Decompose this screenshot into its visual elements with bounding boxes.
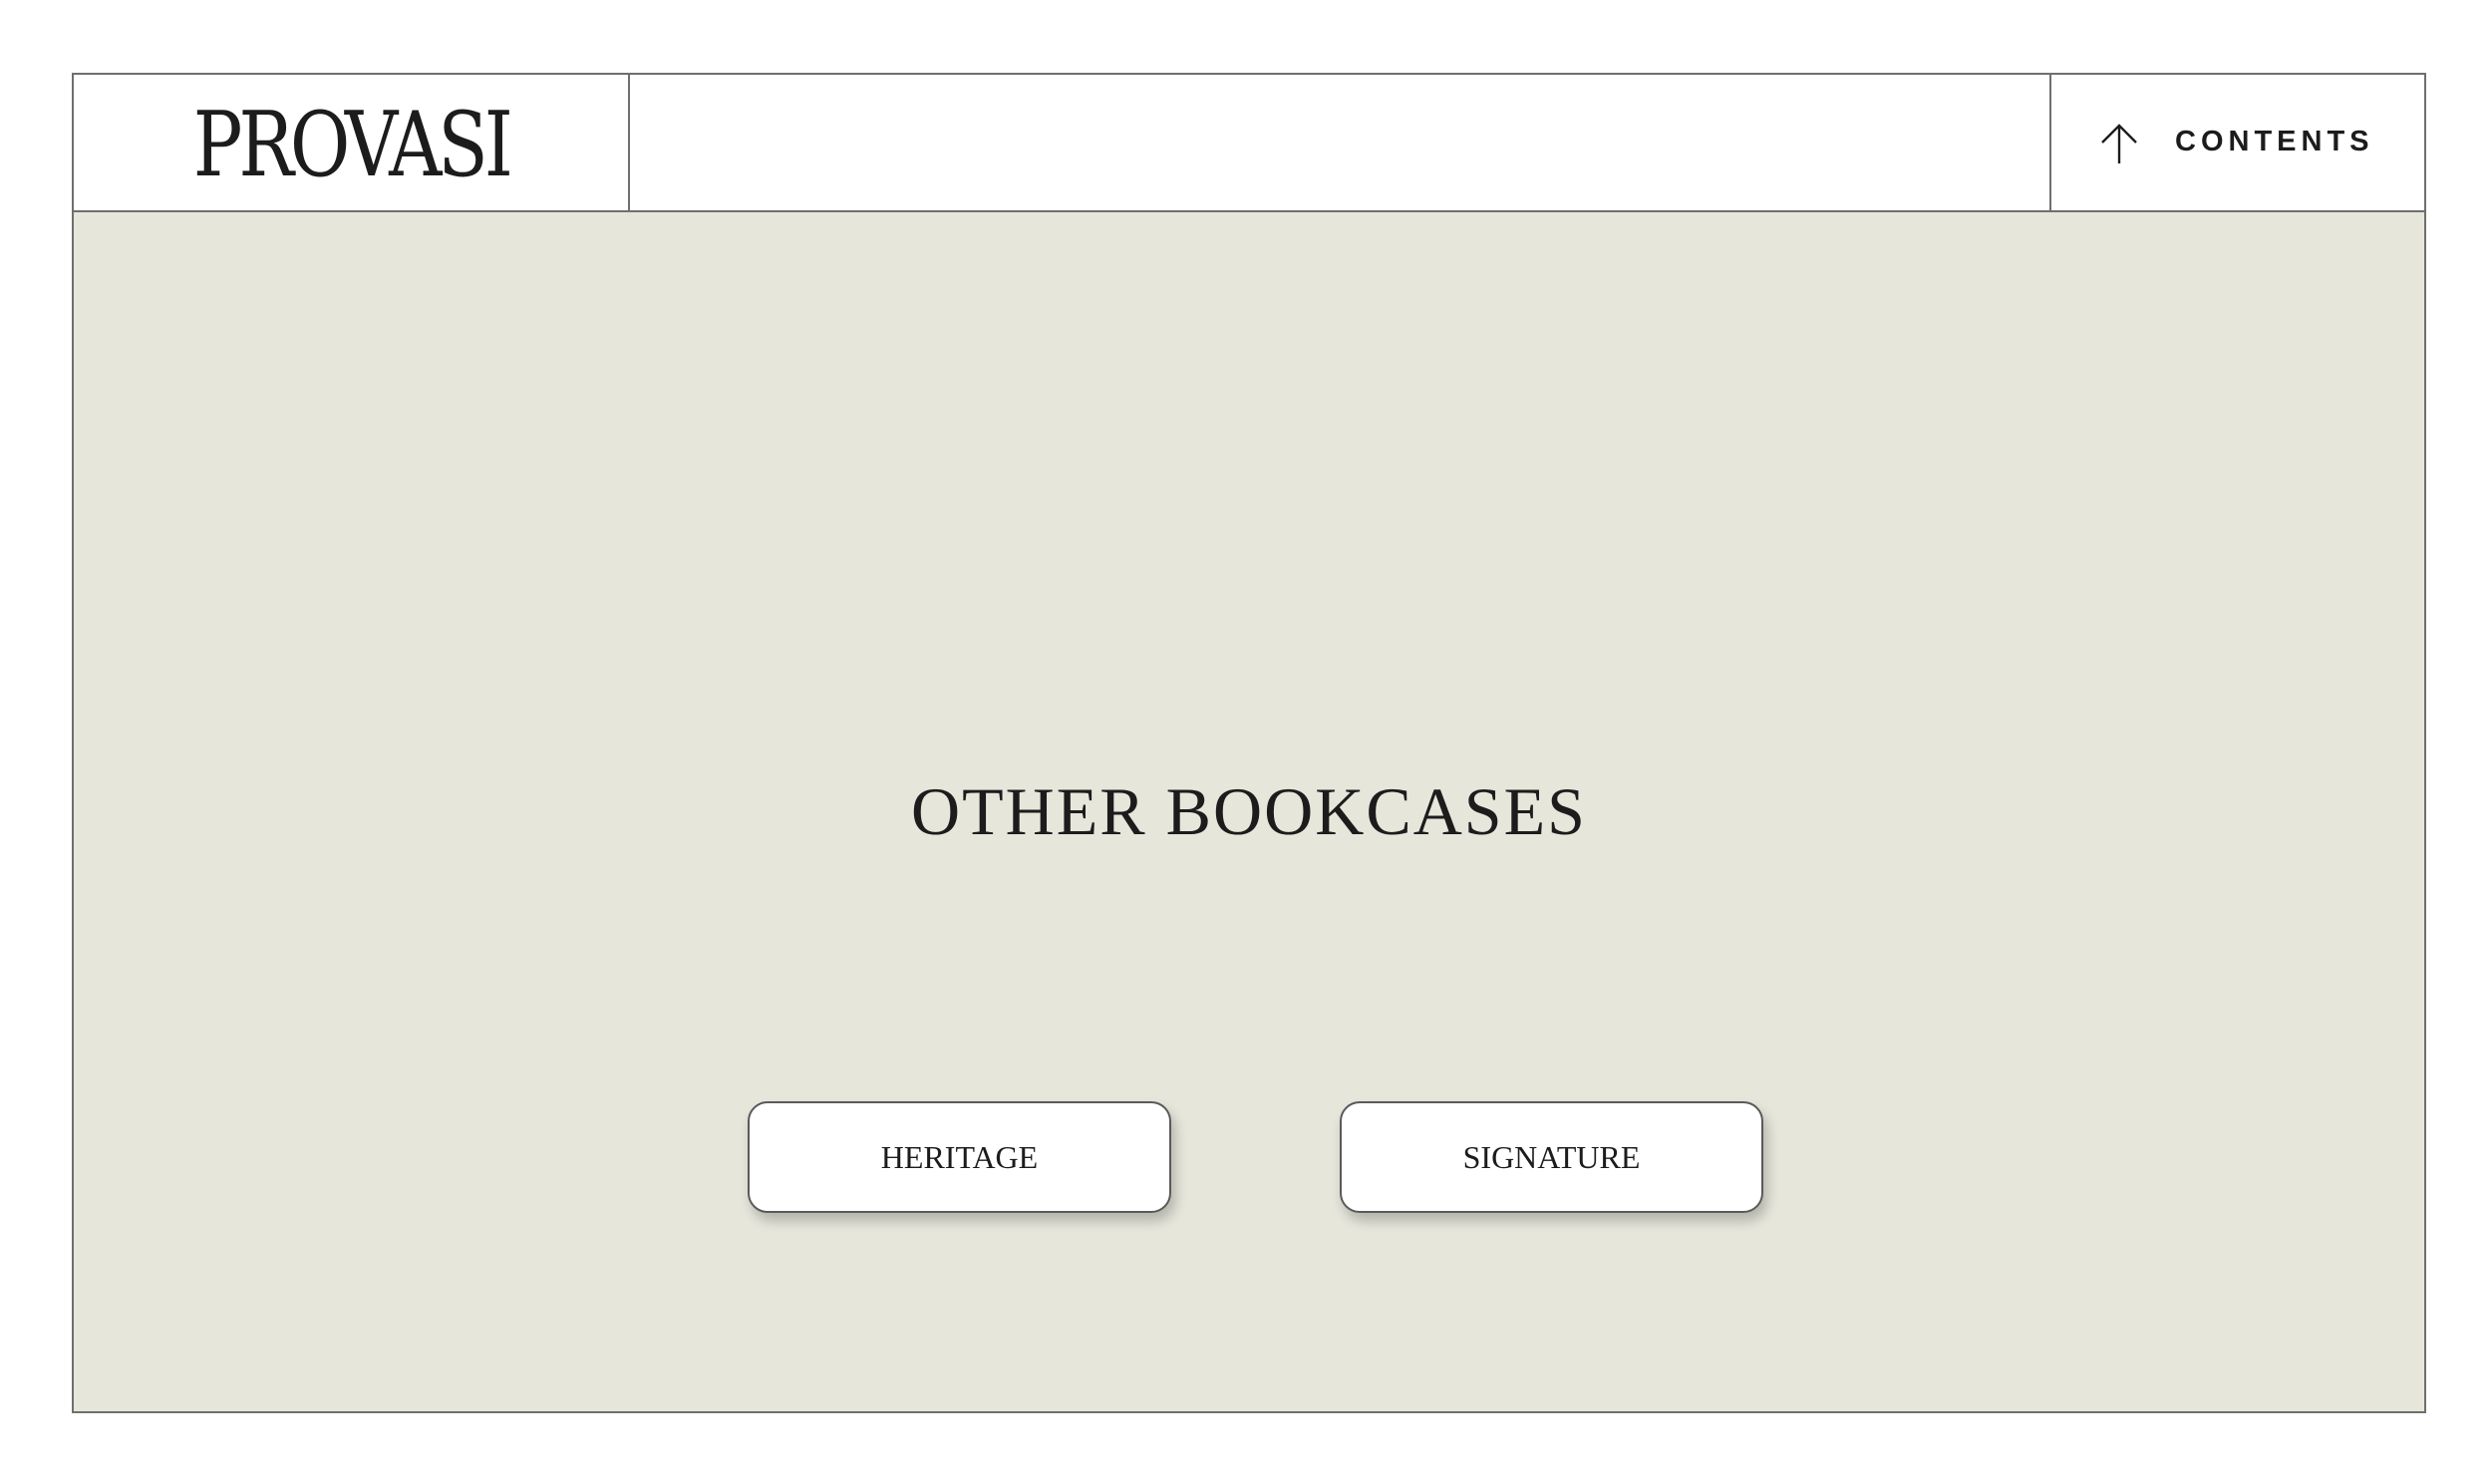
- brand-logo[interactable]: PROVASI: [192, 101, 512, 190]
- contents-label: CONTENTS: [2175, 126, 2374, 157]
- main-panel: OTHER BOOKCASES HERITAGE SIGNATURE: [74, 212, 2424, 1411]
- page-title: OTHER BOOKCASES: [911, 773, 1587, 849]
- header-bar: PROVASI CONTENTS: [74, 75, 2424, 212]
- arrow-up-icon: [2101, 124, 2137, 163]
- heritage-button[interactable]: HERITAGE: [748, 1101, 1171, 1213]
- logo-cell[interactable]: PROVASI: [74, 75, 630, 210]
- page-frame: PROVASI CONTENTS OTHER BOOKCASES HERITAG…: [72, 73, 2426, 1413]
- signature-button[interactable]: SIGNATURE: [1340, 1101, 1763, 1213]
- contents-button[interactable]: CONTENTS: [2049, 75, 2424, 210]
